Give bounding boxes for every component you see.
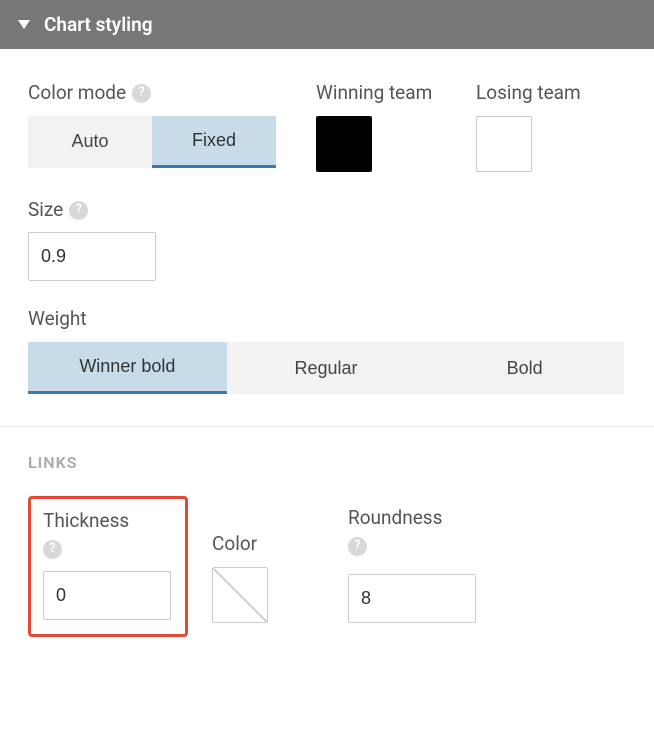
- color-mode-group: Color mode ? Auto Fixed: [28, 81, 276, 168]
- links-color-swatch[interactable]: [212, 567, 268, 623]
- links-section-label: LINKS: [28, 453, 626, 472]
- weight-group: Weight Winner bold Regular Bold: [28, 307, 626, 394]
- size-group: Size ?: [28, 198, 626, 282]
- weight-regular-button[interactable]: Regular: [227, 342, 426, 394]
- weight-label: Weight: [28, 307, 626, 332]
- winning-team-label: Winning team: [316, 81, 436, 106]
- thickness-label: Thickness: [43, 509, 129, 534]
- collapse-icon: [18, 20, 30, 29]
- losing-team-label: Losing team: [476, 81, 581, 106]
- help-icon[interactable]: ?: [69, 201, 88, 220]
- thickness-group: Thickness ?: [43, 509, 173, 620]
- divider: [0, 426, 654, 427]
- thickness-input[interactable]: [43, 571, 171, 620]
- roundness-group: Roundness ?: [348, 506, 476, 637]
- help-icon[interactable]: ?: [43, 540, 62, 559]
- help-icon[interactable]: ?: [348, 537, 367, 556]
- losing-team-color-swatch[interactable]: [476, 116, 532, 172]
- size-label: Size: [28, 198, 63, 223]
- roundness-label: Roundness: [348, 506, 442, 531]
- links-color-label: Color: [212, 532, 268, 557]
- color-mode-auto-button[interactable]: Auto: [28, 116, 152, 168]
- thickness-highlight: Thickness ?: [28, 496, 188, 637]
- winning-team-color-swatch[interactable]: [316, 116, 372, 172]
- panel-title: Chart styling: [44, 13, 153, 36]
- weight-segmented: Winner bold Regular Bold: [28, 342, 624, 394]
- size-input[interactable]: [28, 232, 156, 281]
- panel-header[interactable]: Chart styling: [0, 0, 654, 49]
- losing-team-group: Losing team: [476, 81, 581, 172]
- weight-bold-button[interactable]: Bold: [425, 342, 624, 394]
- weight-winner-bold-button[interactable]: Winner bold: [28, 342, 227, 394]
- color-group: Color: [212, 532, 268, 637]
- color-mode-label: Color mode: [28, 81, 126, 106]
- help-icon[interactable]: ?: [132, 84, 151, 103]
- color-mode-fixed-button[interactable]: Fixed: [152, 116, 276, 168]
- roundness-input[interactable]: [348, 574, 476, 623]
- winning-team-group: Winning team: [316, 81, 436, 172]
- color-mode-segmented: Auto Fixed: [28, 116, 276, 168]
